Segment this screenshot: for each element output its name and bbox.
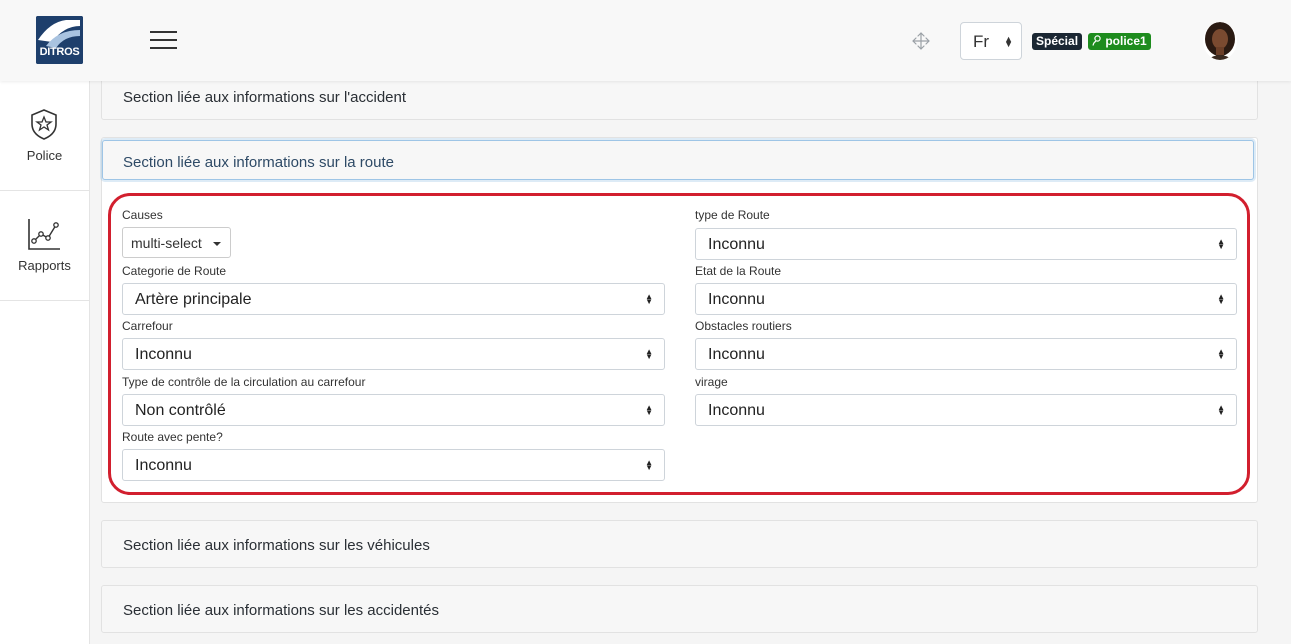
user-icon — [1092, 35, 1101, 46]
select-arrows-icon: ▲ ▼ — [1217, 292, 1225, 306]
select-arrows-icon: ▲ ▼ — [1004, 34, 1013, 49]
select-arrows-icon: ▲ ▼ — [645, 458, 653, 472]
avatar[interactable] — [1203, 22, 1237, 60]
section-title-route[interactable]: Section liée aux informations sur la rou… — [102, 140, 1254, 180]
select-arrows-icon: ▲ ▼ — [645, 292, 653, 306]
carrefour-select[interactable]: Inconnu ▲ ▼ — [122, 338, 665, 370]
section-title: Section liée aux informations sur les vé… — [123, 537, 430, 554]
etat-route-label: Etat de la Route — [695, 264, 782, 278]
police-badge-icon — [31, 109, 57, 140]
language-select[interactable]: Fr ▲ ▼ — [960, 22, 1022, 60]
categorie-route-label: Categorie de Route — [122, 264, 227, 278]
virage-value: Inconnu — [708, 402, 765, 419]
virage-label: virage — [695, 375, 728, 389]
pente-value: Inconnu — [135, 457, 192, 474]
sidebar-item-rapports[interactable]: Rapports — [0, 191, 89, 301]
pente-select[interactable]: Inconnu ▲ ▼ — [122, 449, 665, 481]
causes-multiselect[interactable]: multi-select — [122, 227, 231, 258]
sidebar: Police Rapports — [0, 81, 90, 644]
menu-toggle-icon[interactable] — [150, 31, 177, 51]
user-avatar-icon — [1203, 22, 1237, 60]
obstacles-value: Inconnu — [708, 346, 765, 363]
causes-value: multi-select — [131, 235, 202, 251]
sidebar-item-label: Police — [26, 148, 63, 163]
controle-value: Non contrôlé — [135, 402, 226, 419]
carrefour-value: Inconnu — [135, 346, 192, 363]
categorie-route-value: Artère principale — [135, 291, 252, 308]
role-badge: Spécial — [1032, 33, 1083, 50]
causes-label: Causes — [122, 208, 163, 222]
etat-route-value: Inconnu — [708, 291, 765, 308]
select-arrows-icon: ▲ ▼ — [1217, 237, 1225, 251]
pente-label: Route avec pente? — [122, 430, 223, 444]
top-navbar: DITROS Fr ▲ ▼ Spécial police1 — [0, 0, 1291, 81]
select-arrows-icon: ▲ ▼ — [1217, 403, 1225, 417]
virage-select[interactable]: Inconnu ▲ ▼ — [695, 394, 1237, 426]
controle-select[interactable]: Non contrôlé ▲ ▼ — [122, 394, 665, 426]
user-badge-label: police1 — [1105, 34, 1147, 48]
select-arrows-icon: ▲ ▼ — [1217, 347, 1225, 361]
type-route-value: Inconnu — [708, 236, 765, 253]
line-chart-icon — [28, 219, 60, 250]
carrefour-label: Carrefour — [122, 319, 173, 333]
controle-label: Type de contrôle de la circulation au ca… — [122, 375, 366, 389]
select-arrows-icon: ▲ ▼ — [645, 403, 653, 417]
caret-down-icon — [213, 242, 221, 246]
obstacles-label: Obstacles routiers — [695, 319, 792, 333]
categorie-route-select[interactable]: Artère principale ▲ ▼ — [122, 283, 665, 315]
sidebar-item-label: Rapports — [18, 258, 71, 273]
obstacles-select[interactable]: Inconnu ▲ ▼ — [695, 338, 1237, 370]
fullscreen-move-icon[interactable] — [910, 30, 932, 52]
sidebar-item-police[interactable]: Police — [0, 81, 89, 191]
accordion-section-vehicules[interactable]: Section liée aux informations sur les vé… — [101, 520, 1258, 568]
etat-route-select[interactable]: Inconnu ▲ ▼ — [695, 283, 1237, 315]
section-title: Section liée aux informations sur les ac… — [123, 602, 439, 619]
user-badge: police1 — [1088, 33, 1151, 50]
language-value: Fr — [973, 32, 990, 51]
type-route-select[interactable]: Inconnu ▲ ▼ — [695, 228, 1237, 260]
type-route-label: type de Route — [695, 208, 770, 222]
logo-text: DITROS — [39, 46, 80, 58]
select-arrows-icon: ▲ ▼ — [645, 347, 653, 361]
ditros-logo[interactable]: DITROS — [36, 16, 83, 64]
accordion-section-accidentes[interactable]: Section liée aux informations sur les ac… — [101, 585, 1258, 633]
